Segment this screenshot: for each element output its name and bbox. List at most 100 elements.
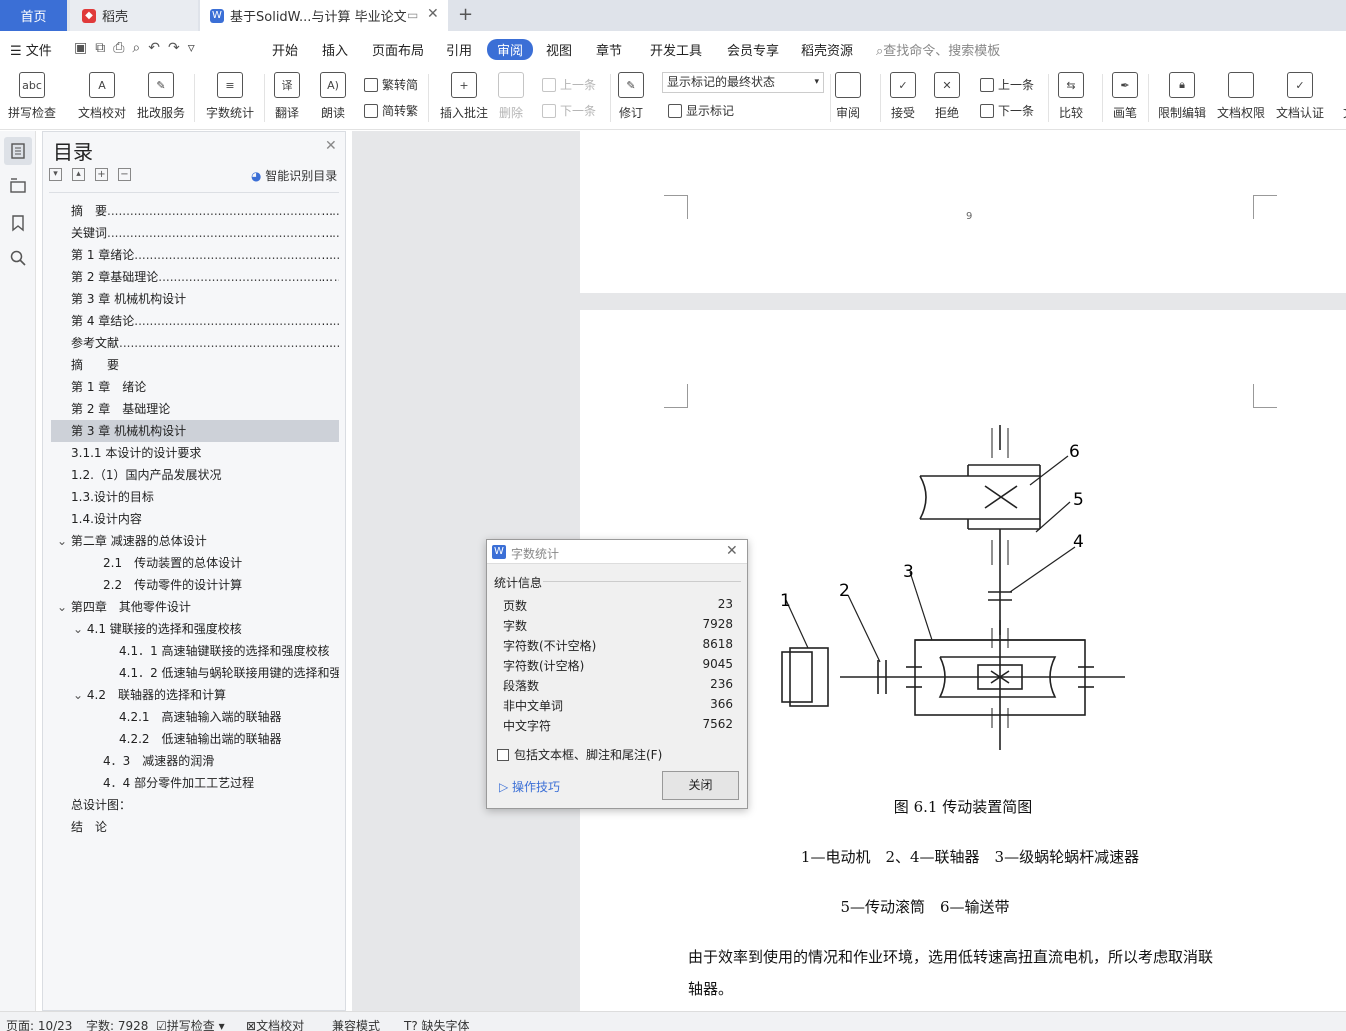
- toc-item[interactable]: ⌄ 4.2 联轴器的选择和计算: [51, 684, 339, 706]
- compare-button[interactable]: ⇆ 比较: [1058, 72, 1084, 121]
- simp-to-trad-button[interactable]: 简转繁: [364, 102, 418, 119]
- menu-layout[interactable]: 页面布局: [372, 40, 424, 59]
- batch-service-button[interactable]: ✎ 批改服务: [137, 72, 185, 121]
- toc-item[interactable]: 第 2 章 基础理论: [51, 398, 339, 420]
- toc-item[interactable]: 2.2 传动零件的设计计算: [51, 574, 339, 596]
- menu-review[interactable]: 审阅: [487, 39, 534, 60]
- tips-link[interactable]: ▷ 操作技巧: [499, 778, 560, 795]
- toc-item[interactable]: ⌄ 第二章 减速器的总体设计: [51, 530, 339, 552]
- menu-chapter[interactable]: 章节: [596, 40, 622, 59]
- toc-item[interactable]: 4．4 部分零件加工工艺过程: [51, 772, 339, 794]
- menu-daoke-resources[interactable]: 稻壳资源: [801, 40, 853, 59]
- menu-reference[interactable]: 引用: [446, 40, 472, 59]
- ribbon-overflow[interactable]: 文: [1336, 72, 1346, 121]
- toc-item[interactable]: 第 2 章基础理论...............................…: [51, 266, 339, 288]
- menu-view[interactable]: 视图: [546, 40, 572, 59]
- toc-item[interactable]: 2.1 传动装置的总体设计: [51, 552, 339, 574]
- menu-insert[interactable]: 插入: [322, 40, 348, 59]
- prev-change-button[interactable]: 上一条: [980, 76, 1034, 93]
- translate-button[interactable]: 译翻译: [274, 72, 300, 121]
- toc-item[interactable]: 第 4 章结论.................................…: [51, 310, 339, 332]
- toc-item[interactable]: 总设计图：: [51, 794, 339, 816]
- delete-comment-button[interactable]: 删除: [498, 72, 524, 121]
- status-proofread[interactable]: ⊠文档校对: [246, 1017, 304, 1031]
- toc-item[interactable]: 摘 要.....................................…: [51, 200, 339, 222]
- tab-document[interactable]: W 基于SolidW...与计算 毕业论文 ▭ ✕: [200, 0, 448, 31]
- toc-item[interactable]: ⌄ 4.1 键联接的选择和强度校核: [51, 618, 339, 640]
- toc-item[interactable]: 摘 要: [51, 354, 339, 376]
- read-aloud-button[interactable]: A) 朗读: [320, 72, 346, 121]
- toc-item[interactable]: 参考文献....................................…: [51, 332, 339, 354]
- reject-button[interactable]: ✕ 拒绝: [934, 72, 960, 121]
- toc-item[interactable]: 4.1．1 高速轴键联接的选择和强度校核: [51, 640, 339, 662]
- toc-item[interactable]: 1.3.设计的目标: [51, 486, 339, 508]
- status-missing-font[interactable]: T? 缺失字体: [404, 1017, 470, 1031]
- dialog-titlebar[interactable]: W 字数统计 ✕: [487, 540, 747, 564]
- toc-item[interactable]: 3.1.1 本设计的设计要求: [51, 442, 339, 464]
- toc-item[interactable]: ⌄ 第四章 其他零件设计: [51, 596, 339, 618]
- bookmark-icon[interactable]: [9, 214, 27, 232]
- trad-to-simp-button[interactable]: 繁转简: [364, 76, 418, 93]
- toc-item[interactable]: 关键词.....................................…: [51, 222, 339, 244]
- status-spell-check[interactable]: ☑拼写检查 ▾: [156, 1017, 225, 1031]
- toc-item[interactable]: 第 1 章 绪论: [51, 376, 339, 398]
- status-page[interactable]: 页面: 10/23: [6, 1017, 72, 1031]
- restrict-edit-button[interactable]: 🔒︎ 限制编辑: [1158, 72, 1206, 121]
- command-search[interactable]: ⌕查找命令、搜索模板: [876, 40, 1000, 59]
- search-icon[interactable]: [9, 249, 27, 267]
- document-outline-icon[interactable]: [9, 142, 27, 160]
- review-pane-button[interactable]: 审阅: [835, 72, 861, 121]
- window-icon[interactable]: ▭: [407, 8, 418, 22]
- close-icon[interactable]: ✕: [325, 138, 337, 154]
- expand-icon[interactable]: ▾: [49, 168, 62, 181]
- pen-button[interactable]: ✒ 画笔: [1112, 72, 1138, 121]
- prev-comment-button[interactable]: 上一条: [542, 76, 596, 93]
- file-menu[interactable]: ☰ 文件: [10, 40, 52, 59]
- spell-check-button[interactable]: abc 拼写检查: [8, 72, 56, 121]
- stat-row: 字符数(不计空格) 8618: [503, 637, 733, 654]
- toc-item[interactable]: 第 3 章 机械机构设计: [51, 288, 339, 310]
- menu-start[interactable]: 开始: [272, 40, 298, 59]
- doc-permission-button[interactable]: 文档权限: [1217, 72, 1265, 121]
- close-button[interactable]: 关闭: [662, 771, 739, 800]
- quick-access-icons[interactable]: ▣⧉⎙⌕↶↷▿: [74, 40, 203, 56]
- accept-button[interactable]: ✓ 接受: [890, 72, 916, 121]
- toc-item[interactable]: 4.1．2 低速轴与蜗轮联接用键的选择和强度校核: [51, 662, 339, 684]
- markup-state-select[interactable]: 显示标记的最终状态 ▾: [662, 72, 824, 93]
- toc-item[interactable]: 第 3 章 机械机构设计: [51, 420, 339, 442]
- menu-developer[interactable]: 开发工具: [650, 40, 702, 59]
- new-tab-icon[interactable]: +: [458, 4, 473, 25]
- toc-item[interactable]: 4.2.2 低速轴输出端的联轴器: [51, 728, 339, 750]
- add-level-icon[interactable]: +: [95, 168, 108, 181]
- chevron-down-icon[interactable]: ⌄: [57, 600, 71, 614]
- tab-daoke[interactable]: ◆ 稻壳: [70, 0, 198, 31]
- include-notes-checkbox[interactable]: 包括文本框、脚注和尾注(F): [497, 746, 662, 763]
- doc-certify-button[interactable]: ✓ 文档认证: [1276, 72, 1324, 121]
- tab-home[interactable]: 首页: [0, 0, 67, 31]
- word-count-button[interactable]: ≡ 字数统计: [206, 72, 254, 121]
- toc-item[interactable]: 第 1 章绪论.................................…: [51, 244, 339, 266]
- next-comment-button[interactable]: 下一条: [542, 102, 596, 119]
- status-word-count[interactable]: 字数: 7928: [86, 1017, 148, 1031]
- chapter-nav-icon[interactable]: [9, 177, 27, 195]
- revise-button[interactable]: ✎ 修订: [618, 72, 644, 121]
- toc-item[interactable]: 1.2.（1）国内产品发展状况: [51, 464, 339, 486]
- remove-level-icon[interactable]: −: [118, 168, 131, 181]
- toc-item[interactable]: 4.2.1 高速轴输入端的联轴器: [51, 706, 339, 728]
- smart-toc-button[interactable]: ◕ 智能识别目录: [251, 167, 337, 184]
- toc-item[interactable]: 1.4.设计内容: [51, 508, 339, 530]
- chevron-down-icon[interactable]: ⌄: [57, 534, 71, 548]
- toc-item[interactable]: 4．3 减速器的润滑: [51, 750, 339, 772]
- menu-member[interactable]: 会员专享: [727, 40, 779, 59]
- toc-item[interactable]: 结 论: [51, 816, 339, 838]
- collapse-icon[interactable]: ▴: [72, 168, 85, 181]
- next-change-button[interactable]: 下一条: [980, 102, 1034, 119]
- close-tab-icon[interactable]: ✕: [427, 6, 439, 22]
- insert-comment-button[interactable]: + 插入批注: [440, 72, 488, 121]
- chevron-down-icon[interactable]: ⌄: [73, 688, 87, 702]
- close-icon[interactable]: ✕: [726, 543, 738, 559]
- show-markup-button[interactable]: 显示标记: [668, 102, 734, 119]
- doc-check-button[interactable]: A 文档校对: [78, 72, 126, 121]
- spell-check-icon: abc: [19, 72, 45, 98]
- chevron-down-icon[interactable]: ⌄: [73, 622, 87, 636]
